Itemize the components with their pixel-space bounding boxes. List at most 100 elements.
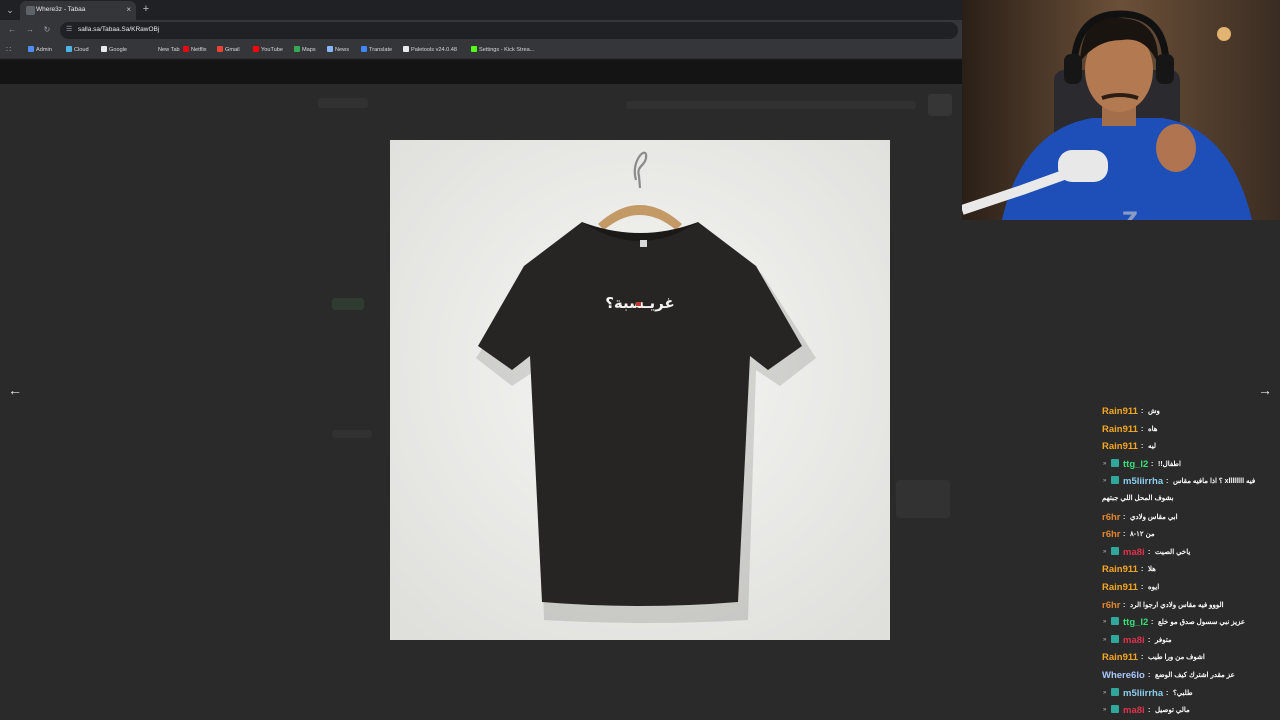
chat-message: Rain911: ليه [1097,438,1280,455]
bookmark-item[interactable]: Maps [294,45,316,55]
address-bar[interactable]: ☰ salla.sa/Tabaa.Sa/KRawOBj [60,22,958,39]
tab-active[interactable]: Where3z - Tabaa × [20,1,136,20]
chat-text: !!اطفال [1158,460,1181,468]
chat-badge-icon: » [1103,689,1107,696]
store-header-actions [318,98,368,108]
bookmark-favicon-icon [253,46,259,52]
chat-username[interactable]: m5liirrha [1123,687,1163,700]
shirt-print-accent [636,302,641,306]
chat-separator: : [1151,619,1154,627]
chat-separator: : [1141,654,1144,662]
chat-message: Rain911: وش [1097,403,1280,420]
chat-text: وش [1148,408,1160,415]
chat-username[interactable]: Rain911 [1102,581,1138,594]
tab-close-icon[interactable]: × [126,5,131,14]
page-top-strip [0,60,962,84]
bookmarks-bar: ∷ Admin Cloud Google New Tab Netflix Gmail You… [0,41,962,59]
price-badge [332,298,364,310]
chat-separator: : [1148,672,1151,679]
tab-title: Where3z - Tabaa [36,6,86,13]
chat-badge-icon: » [1103,460,1107,467]
chat-username[interactable]: Rain911 [1102,651,1138,664]
chat-username[interactable]: m5liirrha [1123,475,1163,488]
bookmark-item[interactable]: Google [101,45,127,55]
chat-username[interactable]: Rain911 [1102,405,1138,418]
chat-username[interactable]: ma8i [1123,634,1145,647]
chat-separator: : [1148,548,1151,556]
previous-image-button[interactable]: ← [8,383,22,397]
bookmark-favicon-icon [361,46,367,52]
bookmark-favicon-icon [471,46,477,52]
apps-grid-icon[interactable]: ∷ [6,46,11,54]
chat-text: مالي توصيل [1155,707,1190,715]
chat-message: r6hr: الووو فيه مقاس ولادي ارجوا الرد [1097,597,1280,614]
bookmark-item[interactable]: New Tab [150,45,180,55]
tab-strip: ⌄ Where3z - Tabaa × + [0,0,962,20]
chat-username[interactable]: ma8i [1123,704,1145,717]
chat-message: » ttg_l2: !!اطفال [1097,456,1280,473]
chat-separator: : [1141,584,1144,591]
bookmark-item[interactable]: Gmail [217,45,240,55]
next-image-button[interactable]: → [1258,383,1272,397]
bookmark-item[interactable]: YouTube [253,45,283,55]
chat-badge-icon: » [1103,636,1107,643]
chat-username[interactable]: Rain911 [1102,440,1138,453]
chat-username[interactable]: ma8i [1123,546,1145,559]
chat-separator: : [1148,707,1151,715]
url-text[interactable]: salla.sa/Tabaa.Sa/KRawOBj [78,26,159,33]
chat-text: ابي مقاس ولادي [1130,513,1178,521]
new-tab-button[interactable]: + [140,2,152,16]
chat-username[interactable]: r6hr [1102,528,1120,541]
browser-toolbar: ← → ↻ ☰ salla.sa/Tabaa.Sa/KRawOBj [0,20,962,41]
chat-message: » m5liirrha: طلبي؟ [1097,685,1280,702]
product-option-label [332,430,372,438]
tab-search-icon[interactable]: ⌄ [3,3,17,17]
bookmark-favicon-icon [183,46,189,52]
chat-badge-icon: » [1103,548,1107,555]
subscriber-badge-icon [1111,705,1119,714]
chat-separator: : [1141,425,1144,433]
bookmark-label: Maps [302,47,316,53]
chat-username[interactable]: Rain911 [1102,563,1138,576]
chat-text: هلا [1148,566,1156,574]
chat-username[interactable]: ttg_l2 [1123,458,1148,471]
chat-separator: : [1141,566,1144,574]
bookmark-label: Gmail [225,47,240,53]
chat-username[interactable]: r6hr [1102,511,1120,524]
site-info-icon[interactable]: ☰ [66,25,72,33]
chat-badge-icon: » [1103,707,1107,714]
product-thumbnail[interactable] [896,480,950,518]
channel-watermark-icon: Z [1122,209,1138,220]
chat-username[interactable]: ttg_l2 [1123,616,1148,629]
shirt-tag-icon [640,240,647,247]
chat-username[interactable]: Where6lo [1102,669,1145,682]
chat-badge-icon: » [1103,619,1107,626]
chat-separator: : [1123,513,1126,521]
chat-text: طلبي؟ [1173,689,1193,697]
bookmark-label: YouTube [261,47,283,53]
chat-text: الووو فيه مقاس ولادي ارجوا الرد [1130,601,1224,609]
bookmark-label: New Tab [158,47,180,53]
chat-badge-icon: » [1103,478,1107,485]
chat-message: » ttg_l2: عزيز نبي سسول صدق مو خلع [1097,614,1280,631]
bookmark-item[interactable]: News [327,45,349,55]
chat-message: r6hr: ابي مقاس ولادي [1097,509,1280,526]
bookmark-item[interactable]: Translate [361,45,392,55]
chat-message: Where6lo: عز مقدر اشترك كيف الوضع [1097,667,1280,684]
webcam-feed: Z [962,0,1280,220]
chat-username[interactable]: Rain911 [1102,423,1138,436]
bookmark-label: Cloud [74,47,89,53]
bookmark-item[interactable]: Settings - Kick Strea... [471,45,534,55]
chat-message: » m5liirrha: ؟ اذا مافيه مقاس xllllllll في… [1097,473,1280,490]
product-image-zoomed: غريـسبة؟ [390,140,890,640]
bookmark-item[interactable]: Admin [28,45,52,55]
forward-button[interactable]: → [24,24,36,36]
reload-button[interactable]: ↻ [41,24,53,36]
bookmark-item[interactable]: Cloud [66,45,89,55]
bookmark-item[interactable]: Netflix [183,45,207,55]
subscriber-badge-icon [1111,458,1119,467]
back-button[interactable]: ← [6,24,18,36]
bookmark-item[interactable]: Paletools v24.0.48 [403,45,457,55]
chat-username[interactable]: r6hr [1102,599,1120,612]
chat-text: عز مقدر اشترك كيف الوضع [1155,672,1235,679]
